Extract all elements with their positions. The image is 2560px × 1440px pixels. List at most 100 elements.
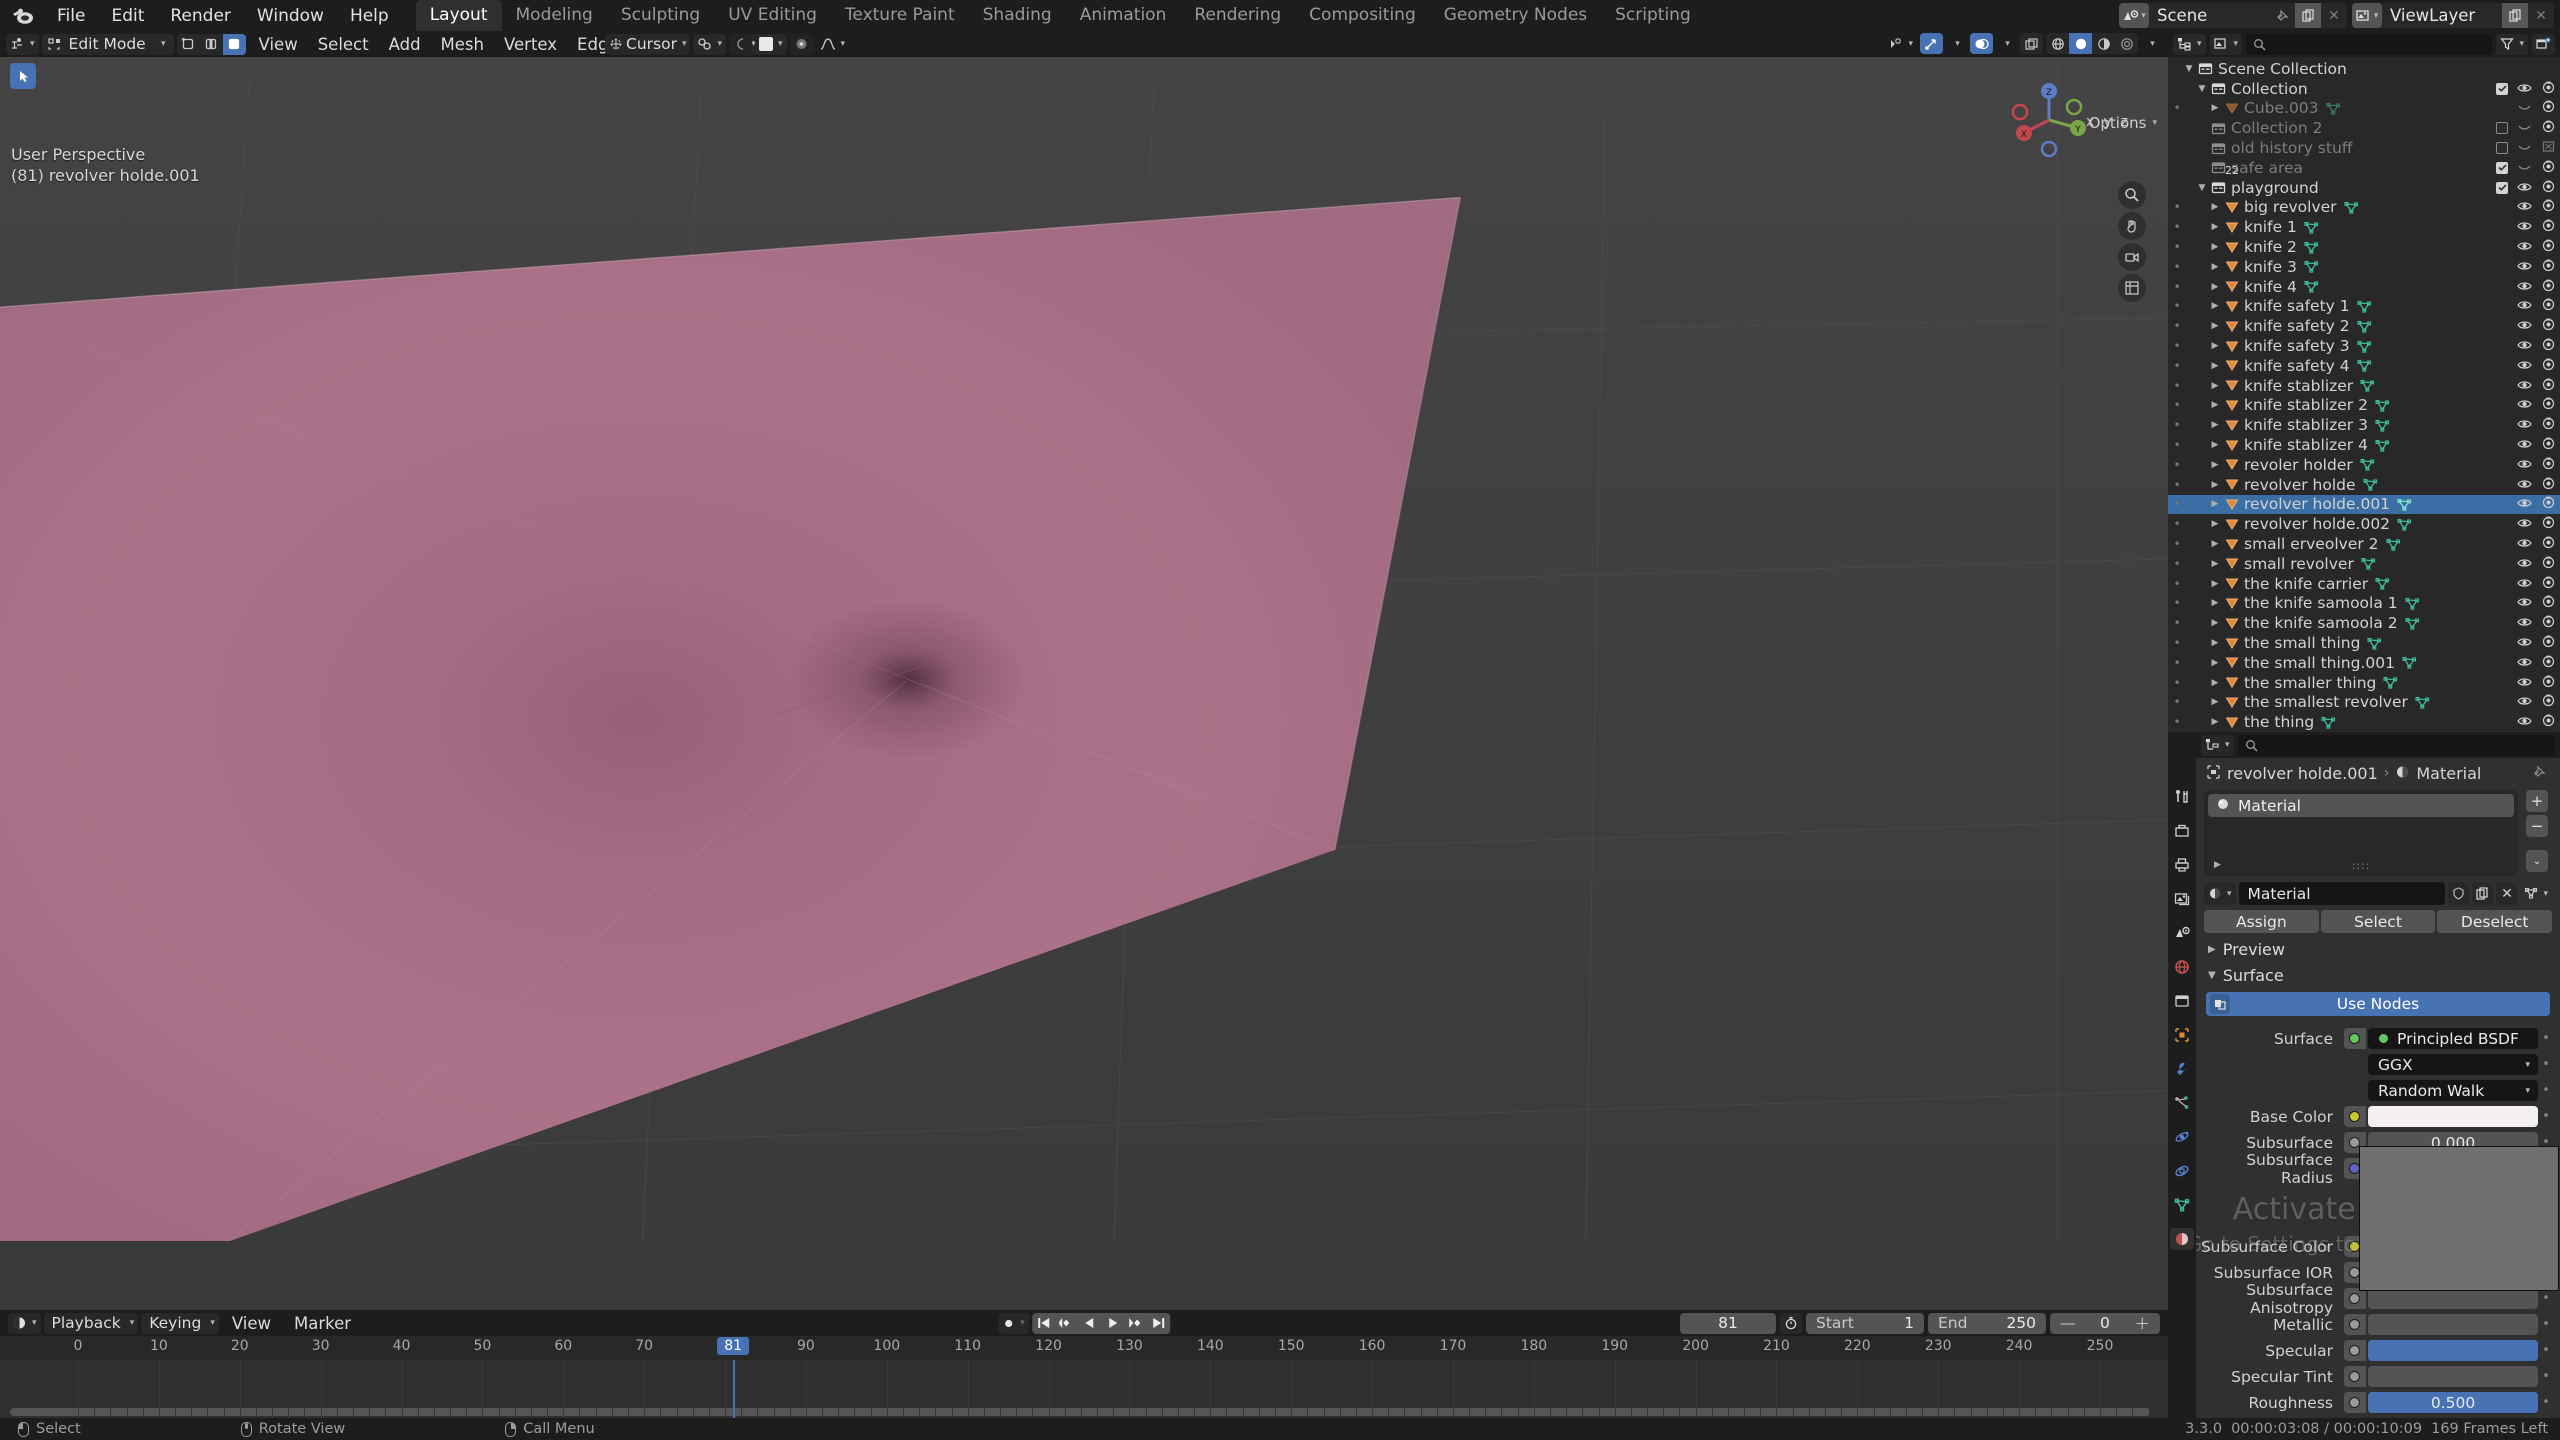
outliner-row[interactable]: • ▶ revoler holder [2168,455,2560,475]
disable-in-render-toggle[interactable] [2541,179,2556,197]
outliner-disclosure-triangle[interactable]: ▼ [2182,64,2196,74]
mesh-data-icon[interactable] [2304,260,2319,274]
outliner-disclosure-triangle[interactable]: ▶ [2208,579,2222,589]
timeline-track-area[interactable] [0,1360,2168,1418]
auto-keying-toggle[interactable]: ▾ [998,1312,1029,1334]
outliner-disclosure-triangle[interactable]: ▶ [2208,638,2222,648]
mesh-data-icon[interactable] [2361,557,2376,570]
outliner-row[interactable]: • ▶ the smaller thing [2168,673,2560,693]
outliner-row[interactable]: • ▶ knife stablizer [2168,376,2560,396]
animate-property-dot[interactable]: • [2538,1369,2554,1384]
properties-tab-physics[interactable] [2170,1126,2194,1148]
navigation-gizmo[interactable]: Z Y X [2006,77,2092,163]
disable-in-render-toggle[interactable] [2541,377,2556,395]
shading-mode-group[interactable] [2046,33,2138,54]
properties-tab-constraints[interactable] [2170,1160,2194,1182]
surface-dropdown[interactable]: GGX ▾ [2368,1054,2538,1076]
viewport-menu-add[interactable]: Add [379,34,431,55]
animate-property-dot[interactable]: • [2538,1291,2554,1306]
outliner-row[interactable]: old history stuff [2168,138,2560,158]
disable-in-render-toggle[interactable] [2541,693,2556,711]
socket-icon[interactable] [2344,1392,2366,1414]
blender-logo-icon[interactable] [10,5,36,27]
tweak-tool-button[interactable] [10,63,36,89]
outliner-row[interactable]: • ▶ Cube.003 [2168,99,2560,119]
outliner-disclosure-triangle[interactable]: ▶ [2208,222,2222,232]
properties-tab-output[interactable] [2170,854,2194,876]
current-frame-field[interactable]: 81 [1680,1312,1776,1334]
outliner-disclosure-triangle[interactable]: ▶ [2208,539,2222,549]
use-preview-range-toggle[interactable] [1780,1312,1802,1334]
outliner-row[interactable]: • ▶ big revolver [2168,198,2560,218]
unlink-material-button[interactable]: ✕ [2496,882,2518,906]
overlay-options-chevron-icon[interactable]: ▾ [1996,33,2017,54]
end-frame-field[interactable]: End 250 [1928,1312,2046,1334]
mesh-data-icon[interactable] [2357,340,2372,353]
hide-in-viewport-toggle[interactable] [2517,198,2532,216]
disable-in-render-toggle[interactable] [2541,713,2556,731]
rendered-shading-button[interactable] [2115,33,2138,54]
outliner-row[interactable]: • ▶ knife stablizer 3 [2168,415,2560,435]
hide-in-viewport-toggle[interactable] [2517,594,2532,612]
breadcrumb-object[interactable]: revolver holde.001 [2227,764,2378,783]
surface-node-field[interactable]: Principled BSDF [2368,1028,2538,1050]
editor-type-button[interactable]: ▾ [6,33,39,55]
disable-in-render-toggle[interactable] [2541,218,2556,236]
hide-in-viewport-toggle[interactable] [2517,99,2532,117]
material-preview-shading-button[interactable] [2092,33,2115,54]
outliner-disclosure-triangle[interactable]: ▶ [2208,381,2222,391]
hide-in-viewport-toggle[interactable] [2517,159,2532,177]
delete-scene-button[interactable]: ✕ [2321,3,2347,28]
hide-in-viewport-toggle[interactable] [2517,614,2532,632]
hide-in-viewport-toggle[interactable] [2517,337,2532,355]
properties-tab-scene[interactable] [2170,922,2194,944]
hide-in-viewport-toggle[interactable] [2517,258,2532,276]
visibility-icon[interactable]: ▾ [1884,33,1917,54]
outliner-disclosure-triangle[interactable]: ▶ [2208,282,2222,292]
disable-in-render-toggle[interactable] [2541,297,2556,315]
mesh-data-icon[interactable] [2360,458,2375,471]
disable-in-render-toggle[interactable] [2541,198,2556,216]
outliner-editor-type-button[interactable]: ▾ [2173,33,2206,55]
mesh-data-icon[interactable] [2397,518,2412,531]
collection-enable-checkbox[interactable] [2496,161,2508,174]
outliner-row[interactable]: • ▶ knife 3 [2168,257,2560,277]
xray-toggle[interactable] [2020,33,2043,54]
workspace-tab-animation[interactable]: Animation [1066,0,1181,31]
mesh-data-icon[interactable] [2375,439,2390,452]
select-button[interactable]: Select [2320,910,2436,934]
hide-in-viewport-toggle[interactable] [2517,377,2532,395]
outliner-row[interactable]: • ▶ the knife carrier [2168,574,2560,594]
collection-enable-checkbox[interactable] [2496,82,2508,95]
value-slider[interactable]: 0.500 [2368,1392,2538,1414]
decrement-icon[interactable]: — [2060,1314,2076,1332]
workspace-tab-modeling[interactable]: Modeling [502,0,607,31]
outliner-row[interactable]: ▼ Collection [2168,79,2560,99]
pan-hand-icon[interactable] [2118,212,2146,240]
slot-expand-icon[interactable]: ▶ [2214,860,2221,870]
properties-tab-view-layer[interactable] [2170,888,2194,910]
mesh-data-icon[interactable] [2360,379,2375,392]
hide-in-viewport-toggle[interactable] [2517,456,2532,474]
outliner-disclosure-triangle[interactable]: ▶ [2208,519,2222,529]
hide-in-viewport-toggle[interactable] [2517,495,2532,513]
mesh-data-icon[interactable] [2402,656,2417,669]
hide-in-viewport-toggle[interactable] [2517,634,2532,652]
disable-in-render-toggle[interactable] [2541,575,2556,593]
disable-in-render-toggle[interactable] [2541,99,2556,117]
hide-in-viewport-toggle[interactable] [2517,555,2532,573]
outliner-disclosure-triangle[interactable]: ▶ [2208,480,2222,490]
transport-buttons[interactable] [1031,1312,1170,1334]
value-slider[interactable] [2368,1288,2538,1310]
outliner-disclosure-triangle[interactable]: ▼ [2195,84,2209,94]
mesh-data-icon[interactable] [2304,280,2319,293]
timeline-ruler[interactable]: 0102030405060708090100110120130140150160… [0,1336,2168,1360]
workspace-tab-shading[interactable]: Shading [969,0,1066,31]
disable-in-render-toggle[interactable] [2541,555,2556,573]
outliner-disclosure-triangle[interactable]: ▶ [2208,678,2222,688]
animate-property-dot[interactable]: • [2538,1057,2554,1072]
properties-tab-particles[interactable] [2170,1092,2194,1114]
camera-view-icon[interactable] [2118,243,2146,271]
outliner-disclosure-triangle[interactable]: ▼ [2195,183,2209,193]
hide-in-viewport-toggle[interactable] [2517,317,2532,335]
